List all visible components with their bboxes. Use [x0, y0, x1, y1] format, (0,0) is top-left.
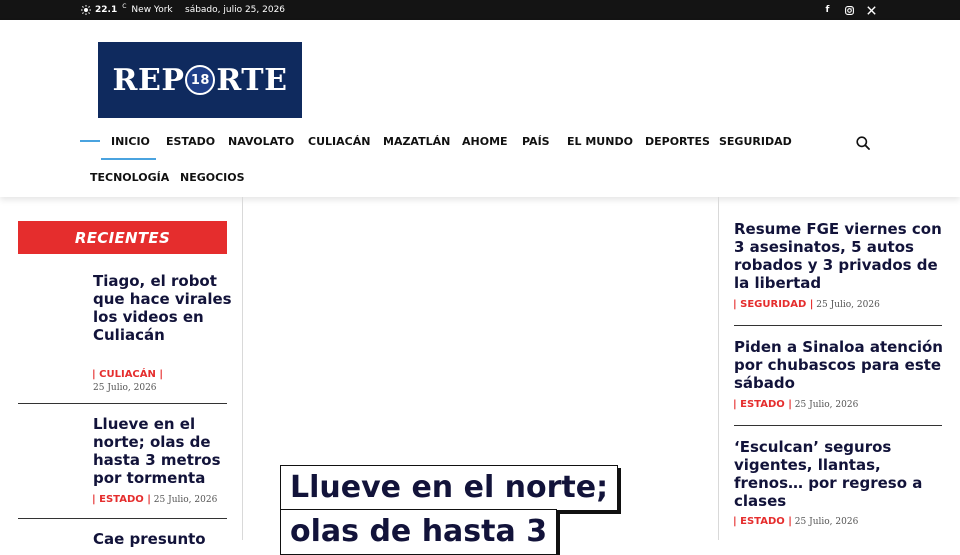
left-article-title[interactable]: Tiago, el robot que hace virales los vid…: [93, 272, 233, 344]
search-icon[interactable]: [856, 136, 870, 150]
left-article-meta: | ESTADO | 25 Julio, 2026: [92, 494, 217, 505]
social-links: f: [823, 0, 876, 20]
right-article-title[interactable]: Resume FGE viernes con 3 asesinatos, 5 a…: [734, 220, 949, 292]
nav-item-tecnologia[interactable]: TECNOLOGÍA: [90, 171, 169, 184]
weather-city: New York: [131, 5, 173, 15]
nav-item-el-mundo[interactable]: EL MUNDO: [567, 135, 633, 148]
weather-temperature: 22.1: [95, 5, 118, 15]
article-separator: [18, 518, 227, 519]
right-article-meta: | ESTADO | 25 Julio, 2026: [733, 516, 858, 527]
hero-headline-line1[interactable]: Llueve en el norte;: [280, 465, 619, 511]
article-separator: [734, 325, 942, 326]
column-divider-right: [718, 197, 719, 540]
current-date: sábado, julio 25, 2026: [185, 5, 286, 15]
category-label[interactable]: CULIACÁN: [99, 369, 156, 380]
right-article-meta: | ESTADO | 25 Julio, 2026: [733, 399, 858, 410]
article-date: 25 Julio, 2026: [816, 300, 880, 310]
nav-item-ahome[interactable]: AHOME: [462, 135, 508, 148]
article-separator: [734, 425, 942, 426]
nav-item-mazatlan[interactable]: MAZATLÁN: [383, 135, 450, 148]
column-divider-left: [242, 197, 243, 540]
article-category: | ESTADO |: [733, 516, 792, 527]
nav-item-navolato[interactable]: NAVOLATO: [228, 135, 294, 148]
right-article-title[interactable]: Piden a Sinaloa atención por chubascos p…: [734, 338, 949, 392]
left-article-title[interactable]: Llueve en el norte; olas de hasta 3 metr…: [93, 415, 233, 487]
category-label[interactable]: ESTADO: [99, 494, 144, 505]
facebook-icon[interactable]: f: [823, 5, 832, 15]
left-article-meta: | CULIACÁN |: [92, 369, 163, 380]
nav-item-inicio[interactable]: INICIO: [111, 135, 150, 148]
weather-widget: 22.1 C New York: [81, 0, 173, 20]
nav-item-seguridad[interactable]: SEGURIDAD: [719, 135, 792, 148]
nav-item-deportes[interactable]: DEPORTES: [645, 135, 710, 148]
site-logo[interactable]: REP 18 RTE: [98, 42, 302, 118]
nav-item-culiacan[interactable]: CULIACÁN: [308, 135, 370, 148]
recientes-header: RECIENTES: [18, 221, 227, 254]
nav-active-indicator: [80, 140, 100, 142]
article-category: | ESTADO |: [733, 399, 792, 410]
category-label[interactable]: ESTADO: [740, 516, 785, 527]
article-date: 25 Julio, 2026: [794, 400, 859, 410]
nav-item-pais[interactable]: PAÍS: [522, 135, 550, 148]
top-bar: 22.1 C New York sábado, julio 25, 2026 f: [0, 0, 960, 20]
logo-text-left: REP: [112, 62, 185, 98]
article-category: | CULIACÁN |: [92, 369, 164, 380]
article-category: | ESTADO |: [92, 494, 151, 505]
article-category: | SEGURIDAD |: [733, 299, 814, 310]
article-separator: [18, 403, 227, 404]
instagram-icon[interactable]: [845, 5, 854, 15]
nav-item-estado[interactable]: ESTADO: [166, 135, 215, 148]
article-date: 25 Julio, 2026: [794, 517, 859, 527]
nav-active-underline: [101, 158, 156, 160]
logo-badge: 18: [185, 65, 216, 95]
left-article-date: 25 Julio, 2026: [93, 383, 157, 393]
weather-unit: C: [122, 2, 127, 10]
category-label[interactable]: SEGURIDAD: [740, 299, 806, 310]
hero-headline-line2[interactable]: olas de hasta 3: [280, 509, 558, 555]
logo-wordmark: REP 18 RTE: [113, 63, 288, 98]
logo-text-right: RTE: [216, 62, 288, 98]
right-article-meta: | SEGURIDAD | 25 Julio, 2026: [733, 299, 880, 310]
article-date: 25 Julio, 2026: [153, 495, 218, 505]
right-article-title[interactable]: ‘Esculcan’ seguros vigentes, llantas, fr…: [734, 438, 949, 510]
category-label[interactable]: ESTADO: [740, 399, 785, 410]
left-article-title[interactable]: Cae presunto: [93, 530, 233, 548]
x-icon[interactable]: [867, 5, 876, 15]
nav-item-negocios[interactable]: NEGOCIOS: [180, 171, 245, 184]
sun-icon: [81, 5, 91, 15]
